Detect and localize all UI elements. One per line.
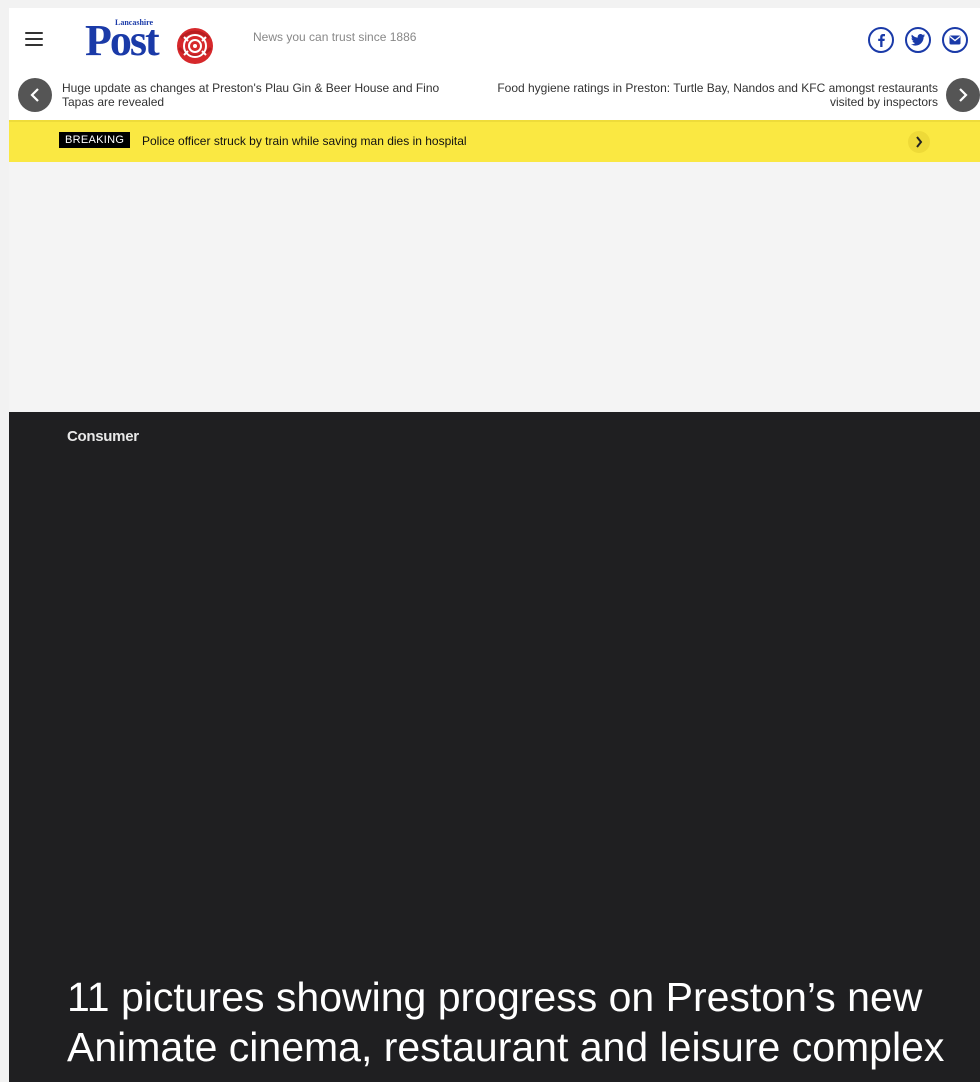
site-logo[interactable]: Lancashire Post	[85, 18, 225, 68]
article-category-link[interactable]: Consumer	[67, 428, 139, 445]
logo-main-text: Post	[85, 16, 160, 65]
breaking-news-bar: BREAKING Police officer struck by train …	[9, 120, 980, 162]
chevron-right-icon	[916, 136, 923, 148]
ticker-next-button[interactable]	[946, 78, 980, 112]
site-header: Lancashire Post News you can trust since…	[9, 8, 980, 72]
breaking-badge: BREAKING	[59, 132, 131, 148]
twitter-icon[interactable]	[905, 27, 931, 53]
chevron-right-icon	[959, 88, 968, 102]
ticker-headline-link[interactable]: Food hygiene ratings in Preston: Turtle …	[479, 81, 938, 109]
article-hero: Consumer 11 pictures showing progress on…	[9, 412, 980, 1082]
facebook-icon[interactable]	[868, 27, 894, 53]
breaking-news-link[interactable]: Police officer struck by train while sav…	[142, 134, 467, 148]
rose-icon	[177, 28, 213, 64]
chevron-left-icon	[30, 88, 39, 102]
ticker-prev-button[interactable]	[18, 78, 52, 112]
hamburger-menu-icon[interactable]	[25, 32, 43, 46]
article-headline: 11 pictures showing progress on Preston’…	[67, 974, 945, 1070]
breaking-next-button[interactable]	[908, 131, 930, 153]
ticker-headline-link[interactable]: Huge update as changes at Preston's Plau…	[62, 81, 462, 109]
headline-ticker: Huge update as changes at Preston's Plau…	[9, 72, 980, 120]
advertisement-placeholder	[9, 162, 980, 412]
top-strip	[0, 0, 980, 8]
mail-icon[interactable]	[942, 27, 968, 53]
site-tagline: News you can trust since 1886	[253, 30, 417, 44]
page: Lancashire Post News you can trust since…	[9, 8, 980, 1082]
